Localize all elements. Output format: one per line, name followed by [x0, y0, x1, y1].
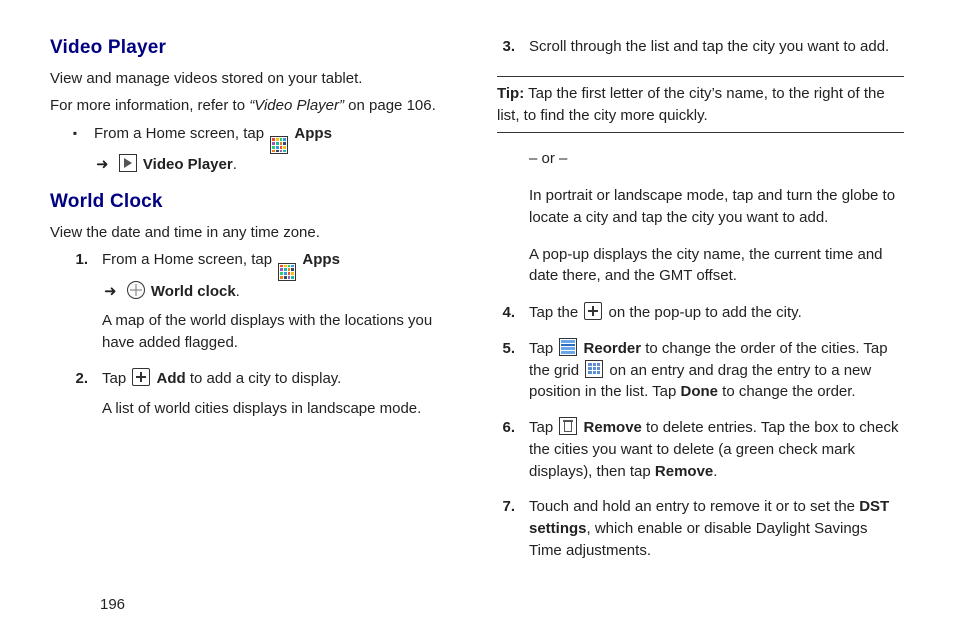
step-number: 6.: [497, 417, 515, 439]
reorder-icon: [559, 338, 577, 356]
step-body: Tap Reorder to change the order of the c…: [529, 338, 904, 411]
step-7: 7. Touch and hold an entry to remove it …: [497, 496, 904, 569]
or-paragraph-1: In portrait or landscape mode, tap and t…: [529, 185, 904, 229]
tip-label: Tip:: [497, 85, 524, 102]
bullet-body: From a Home screen, tap Apps ➜: [94, 123, 457, 184]
video-desc-1: View and manage videos stored on your ta…: [50, 68, 457, 90]
step-number: 2.: [70, 368, 88, 390]
step-3: 3. Scroll through the list and tap the c…: [497, 36, 904, 66]
bullet-icon: ▪: [70, 123, 80, 143]
step-number: 3.: [497, 36, 515, 58]
text: .: [233, 156, 237, 173]
arrow-icon: ➜: [102, 283, 121, 300]
text: to change the order.: [718, 383, 856, 400]
left-column: Video Player View and manage videos stor…: [50, 30, 457, 572]
text: on the pop-up to add the city.: [609, 304, 802, 321]
text: Tap the: [529, 304, 582, 321]
grid-handle-icon: [585, 360, 603, 378]
step-6: 6. Tap Remove to delete entries. Tap the…: [497, 417, 904, 490]
text: Touch and hold an entry to remove it or …: [529, 498, 859, 515]
step-body: Tap the on the pop-up to add the city.: [529, 302, 904, 332]
arrow-icon: ➜: [94, 156, 113, 173]
apps-icon: [278, 263, 296, 281]
text: .: [713, 463, 717, 480]
text: Tap: [102, 370, 130, 387]
step-4: 4. Tap the on the pop-up to add the city…: [497, 302, 904, 332]
or-block: – or – In portrait or landscape mode, ta…: [529, 148, 904, 287]
step-5: 5. Tap Reorder to change the order of th…: [497, 338, 904, 411]
add-label: Add: [157, 370, 186, 387]
world-clock-icon: [127, 281, 145, 299]
page-number: 196: [100, 594, 125, 616]
step-2-continuation: A list of world cities displays in lands…: [102, 398, 457, 420]
step-2: 2. Tap Add to add a city to display. A l…: [70, 368, 457, 428]
apps-icon: [270, 136, 288, 154]
video-player-label: Video Player: [143, 156, 233, 173]
heading-video-player: Video Player: [50, 34, 457, 62]
remove-label: Remove: [584, 419, 642, 436]
text: For more information, refer to: [50, 97, 249, 114]
remove-label-2: Remove: [655, 463, 713, 480]
plus-icon: [132, 368, 150, 386]
tip-block: Tip: Tap the first letter of the city’s …: [497, 76, 904, 134]
or-divider: – or –: [529, 148, 904, 170]
step-body: Tap Remove to delete entries. Tap the bo…: [529, 417, 904, 490]
step-body: Scroll through the list and tap the city…: [529, 36, 904, 66]
text: Tap: [529, 419, 557, 436]
step-body: From a Home screen, tap Apps ➜: [102, 249, 457, 362]
text: .: [236, 283, 240, 300]
text: From a Home screen, tap: [94, 125, 268, 142]
step-1: 1. From a Home screen, tap Apps: [70, 249, 457, 362]
cross-ref: “Video Player”: [249, 97, 344, 114]
two-column-layout: Video Player View and manage videos stor…: [50, 30, 904, 572]
text: to add a city to display.: [186, 370, 342, 387]
step-body: Tap Add to add a city to display. A list…: [102, 368, 457, 428]
text: Tap: [529, 340, 557, 357]
step-number: 4.: [497, 302, 515, 324]
or-paragraph-2: A pop-up displays the city name, the cur…: [529, 244, 904, 288]
video-desc-2: For more information, refer to “Video Pl…: [50, 95, 457, 117]
text: From a Home screen, tap: [102, 251, 276, 268]
world-clock-label: World clock: [151, 283, 236, 300]
right-column: 3. Scroll through the list and tap the c…: [497, 30, 904, 572]
manual-page: Video Player View and manage videos stor…: [0, 0, 954, 636]
video-bullet: ▪ From a Home screen, tap Apps: [70, 123, 457, 184]
text: on page 106.: [344, 97, 436, 114]
step-number: 7.: [497, 496, 515, 518]
apps-label: Apps: [302, 251, 340, 268]
tip-text: Tap the first letter of the city’s name,…: [497, 85, 885, 124]
step-body: Touch and hold an entry to remove it or …: [529, 496, 904, 569]
heading-world-clock: World Clock: [50, 188, 457, 216]
reorder-label: Reorder: [584, 340, 642, 357]
world-clock-intro: View the date and time in any time zone.: [50, 222, 457, 244]
plus-icon: [584, 302, 602, 320]
done-label: Done: [680, 383, 718, 400]
step-3-text: Scroll through the list and tap the city…: [529, 36, 904, 58]
trash-icon: [559, 417, 577, 435]
apps-label: Apps: [294, 125, 332, 142]
step-number: 1.: [70, 249, 88, 271]
step-number: 5.: [497, 338, 515, 360]
step-1-continuation: A map of the world displays with the loc…: [102, 310, 457, 354]
video-player-icon: [119, 154, 137, 172]
